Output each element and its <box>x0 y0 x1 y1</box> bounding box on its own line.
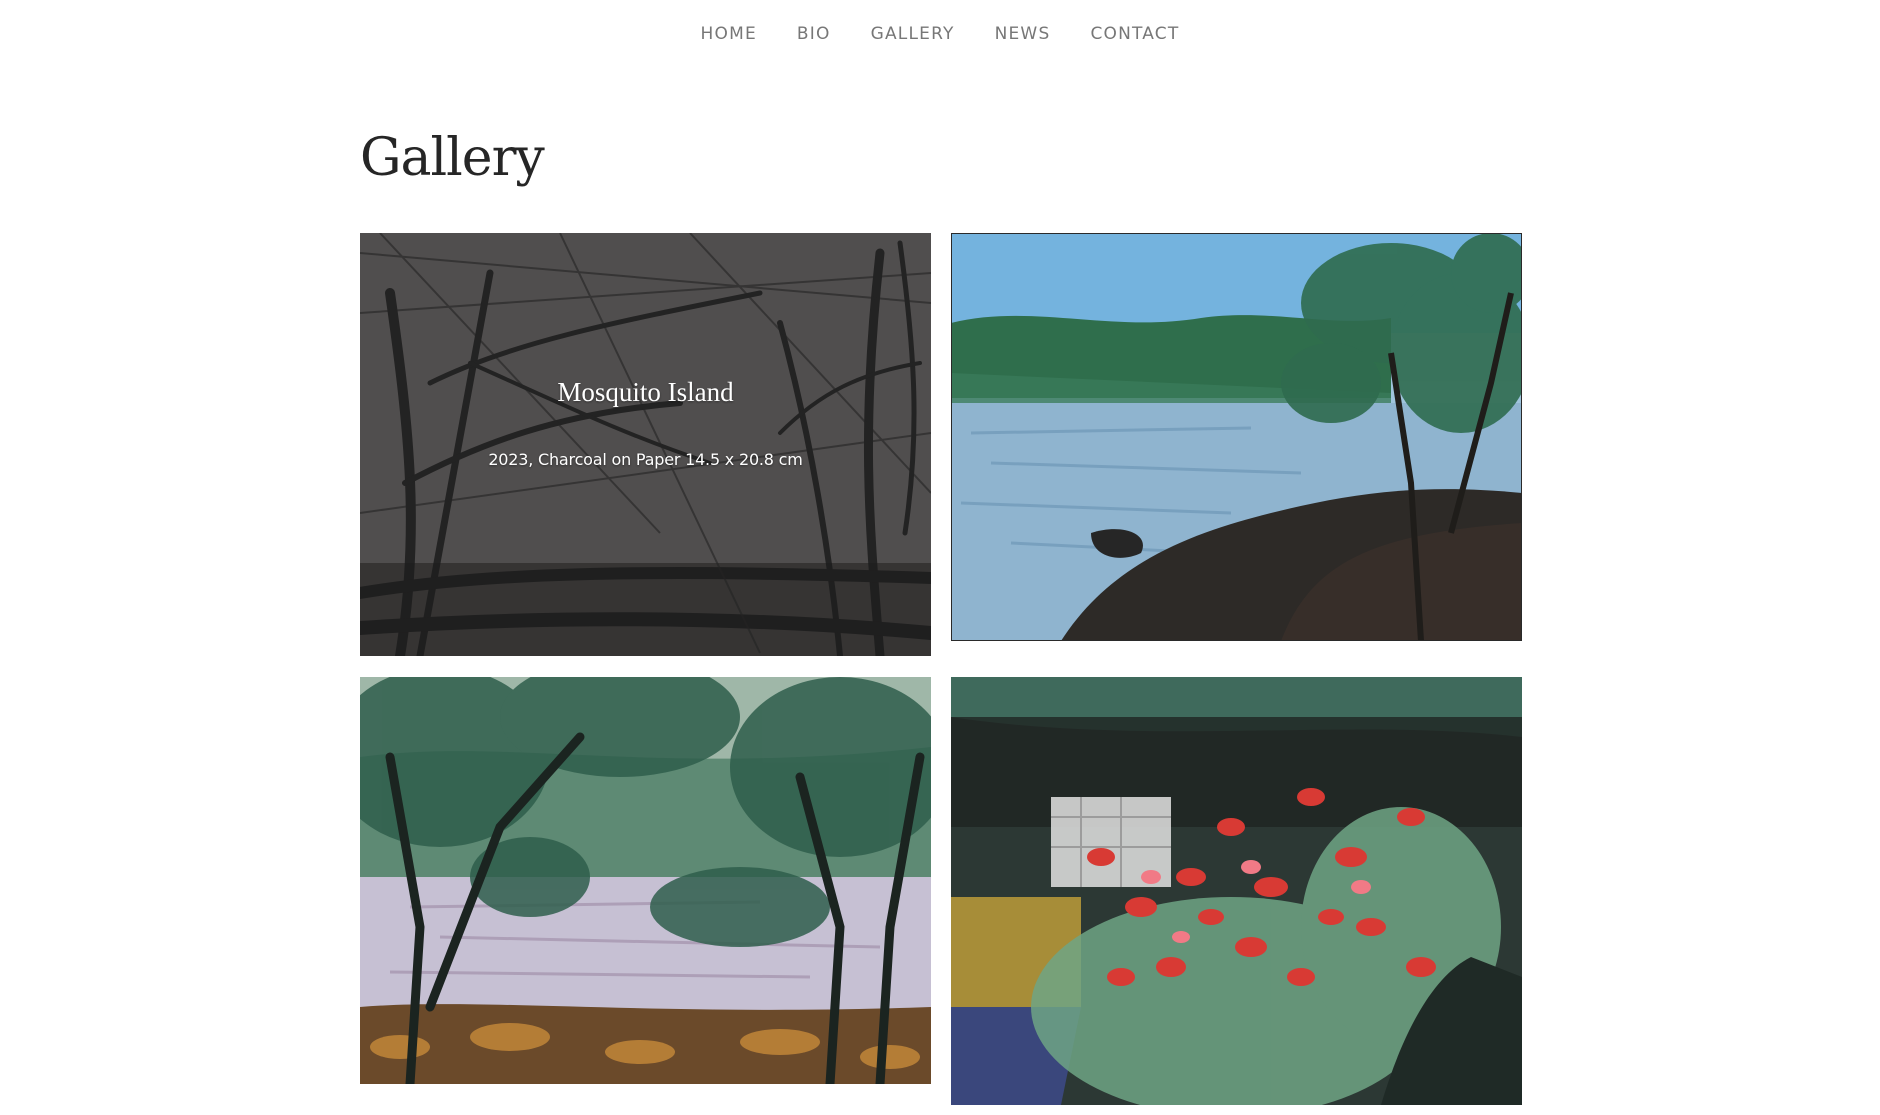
page-title: Gallery <box>360 128 545 188</box>
gallery-item-mosquito-island[interactable]: Mosquito Island 2023, Charcoal on Paper … <box>360 233 931 656</box>
nav-news-link[interactable]: NEWS <box>995 22 1051 46</box>
gallery-item-trees-by-water[interactable] <box>360 677 931 1084</box>
gallery-item-red-flowers[interactable] <box>951 677 1522 1105</box>
nav-contact-link[interactable]: CONTACT <box>1090 22 1179 46</box>
artwork-image <box>951 677 1522 1105</box>
gallery-item-overlay: Mosquito Island 2023, Charcoal on Paper … <box>360 233 931 656</box>
artwork-image <box>360 677 931 1084</box>
nav-gallery-link[interactable]: GALLERY <box>871 22 955 46</box>
nav-home-link[interactable]: HOME <box>701 22 757 46</box>
artwork-title: Mosquito Island <box>557 376 734 407</box>
artwork-caption: 2023, Charcoal on Paper 14.5 x 20.8 cm <box>488 449 803 469</box>
gallery-item-lake-shore[interactable] <box>951 233 1522 641</box>
nav-bio-link[interactable]: BIO <box>797 22 831 46</box>
artwork-image <box>951 233 1522 641</box>
main-nav: HOME BIO GALLERY NEWS CONTACT <box>0 22 1880 46</box>
